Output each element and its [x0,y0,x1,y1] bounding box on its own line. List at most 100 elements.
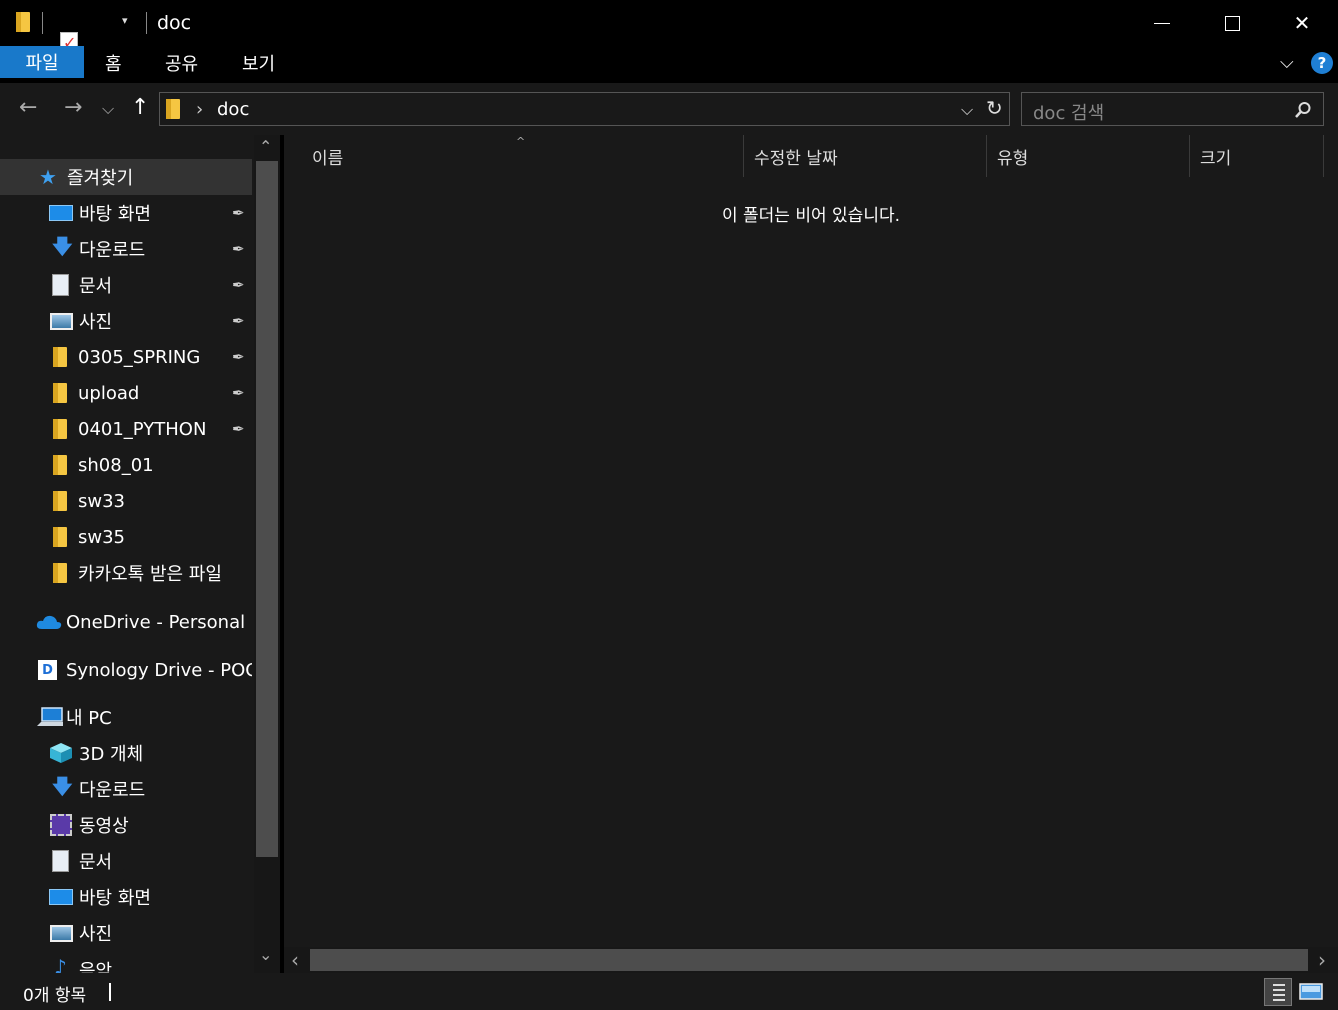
sidebar-item-3d-objects[interactable]: 3D 개체 [0,735,252,771]
picture-icon [50,313,73,330]
pin-icon[interactable]: ✒ [232,420,245,438]
large-icons-view-button[interactable] [1298,978,1326,1006]
address-bar[interactable]: › doc ⌵ ↻ [159,92,1010,126]
scroll-down-icon[interactable]: ⌄ [259,945,272,964]
sidebar-item-synology-drive[interactable]: D Synology Drive - POOF [0,652,252,688]
sidebar-item-label: 다운로드 [79,240,146,261]
scroll-up-icon[interactable]: ⌃ [259,137,272,156]
column-header: ^ 이름 수정한 날짜 유형 크기 [284,135,1324,177]
close-button[interactable]: ✕ [1267,0,1337,46]
content-vertical-scrollbar[interactable] [1324,135,1338,947]
cloud-icon [36,615,62,629]
column-name[interactable]: 이름 [302,135,742,177]
sidebar-item-videos[interactable]: 동영상 [0,807,252,843]
item-count: 0개 항목 [23,986,87,1006]
breadcrumb-separator-icon[interactable]: › [196,99,203,120]
desktop-icon [49,205,73,221]
folder-icon [166,99,180,119]
sidebar-item-label: 카카오톡 받은 파일 [78,564,222,585]
pin-icon[interactable]: ✒ [232,312,245,330]
sidebar-item-downloads-pc[interactable]: 🡇 다운로드 [0,771,252,807]
star-icon: ★ [39,165,57,189]
sidebar-item-music[interactable]: ♪ 음악 [0,951,252,973]
tab-view[interactable]: 보기 [242,46,275,79]
sidebar-item-kakaotalk-files[interactable]: 카카오톡 받은 파일 [0,555,252,591]
scrollbar-thumb[interactable] [310,949,1308,971]
pin-icon[interactable]: ✒ [232,204,245,222]
3d-objects-icon [50,743,72,763]
help-icon[interactable]: ? [1311,52,1333,74]
sidebar-item-label: Synology Drive - POOF [66,659,252,681]
sidebar-item-pictures-pc[interactable]: 사진 [0,915,252,951]
sidebar-item-label: 3D 개체 [79,744,144,765]
folder-icon [53,527,67,547]
sidebar-item-sh08-01[interactable]: sh08_01 [0,447,252,483]
sidebar-item-label: 동영상 [79,816,129,837]
sidebar-item-sw35[interactable]: sw35 [0,519,252,555]
close-icon: ✕ [1293,11,1311,35]
picture-icon [50,925,73,942]
desktop-icon [49,889,73,905]
sidebar-item-sw33[interactable]: sw33 [0,483,252,519]
sidebar-item-quick-access[interactable]: ★ 즐겨찾기 [0,159,252,195]
refresh-icon[interactable]: ↻ [986,96,1003,120]
recent-locations-button[interactable]: ⌵ [102,99,114,119]
toolbar-divider [42,12,43,34]
search-input[interactable]: doc 검색 [1033,99,1104,125]
sidebar-item-label: 내 PC [66,708,112,729]
toolbar-divider [146,12,147,34]
tab-share[interactable]: 공유 [165,46,198,79]
column-type[interactable]: 유형 [987,135,1188,177]
sidebar-scrollbar[interactable]: ⌃ ⌄ [254,135,280,973]
sidebar-item-label: sw35 [78,526,126,548]
text-cursor [109,983,111,1001]
pin-icon[interactable]: ✒ [232,348,245,366]
column-size[interactable]: 크기 [1190,135,1324,177]
breadcrumb-doc[interactable]: doc [217,99,249,120]
tab-home[interactable]: 홈 [105,46,122,79]
sidebar-item-desktop-pc[interactable]: 바탕 화면 [0,879,252,915]
folder-icon [53,347,67,367]
maximize-button[interactable] [1197,0,1267,46]
expand-ribbon-icon[interactable]: ⌵ [1280,52,1294,73]
tab-file[interactable]: 파일 [0,46,84,78]
sidebar-item-desktop[interactable]: 바탕 화면 ✒ [0,195,252,231]
search-icon[interactable] [1294,101,1312,119]
pin-icon[interactable]: ✒ [232,384,245,402]
pin-icon[interactable]: ✒ [232,276,245,294]
address-dropdown-icon[interactable]: ⌵ [961,100,973,120]
sidebar-item-downloads[interactable]: 🡇 다운로드 ✒ [0,231,252,267]
sidebar-item-label: upload [78,382,140,404]
minimize-button[interactable] [1127,0,1197,46]
content-horizontal-scrollbar[interactable]: ‹ › [284,947,1338,973]
scroll-left-icon[interactable]: ‹ [291,948,299,972]
download-icon: 🡇 [52,234,73,258]
sidebar-item-documents-pc[interactable]: 문서 [0,843,252,879]
file-list-pane[interactable]: ^ 이름 수정한 날짜 유형 크기 이 폴더는 비어 있습니다. ‹ › [284,135,1338,973]
sidebar-item-0305-spring[interactable]: 0305_SPRING ✒ [0,339,252,375]
pin-icon[interactable]: ✒ [232,240,245,258]
sidebar-item-0401-python[interactable]: 0401_PYTHON ✒ [0,411,252,447]
sidebar-item-label: 다운로드 [79,780,146,801]
scrollbar-thumb[interactable] [256,161,278,857]
folder-icon [53,419,67,439]
details-view-button[interactable] [1264,978,1292,1006]
customize-quick-access-icon[interactable]: ▾ [122,14,128,27]
sidebar-item-documents[interactable]: 문서 ✒ [0,267,252,303]
sidebar-item-this-pc[interactable]: 내 PC [0,699,252,735]
up-button[interactable]: ↑ [131,95,149,120]
folder-icon [53,563,67,583]
sidebar-item-label: 사진 [79,312,113,333]
forward-button[interactable]: → [64,95,82,120]
scroll-right-icon[interactable]: › [1318,948,1326,972]
sidebar-item-upload[interactable]: upload ✒ [0,375,252,411]
sidebar-item-pictures[interactable]: 사진 ✒ [0,303,252,339]
sidebar-item-label: 바탕 화면 [79,204,151,225]
search-box[interactable]: doc 검색 [1021,92,1324,126]
large-icons-view-icon [1299,983,1323,1000]
ribbon: 파일 홈 공유 보기 ⌵ [0,46,1338,83]
sidebar-item-onedrive[interactable]: OneDrive - Personal [0,604,252,640]
folder-icon [16,12,30,32]
back-button[interactable]: ← [19,95,37,120]
column-modified[interactable]: 수정한 날짜 [744,135,986,177]
